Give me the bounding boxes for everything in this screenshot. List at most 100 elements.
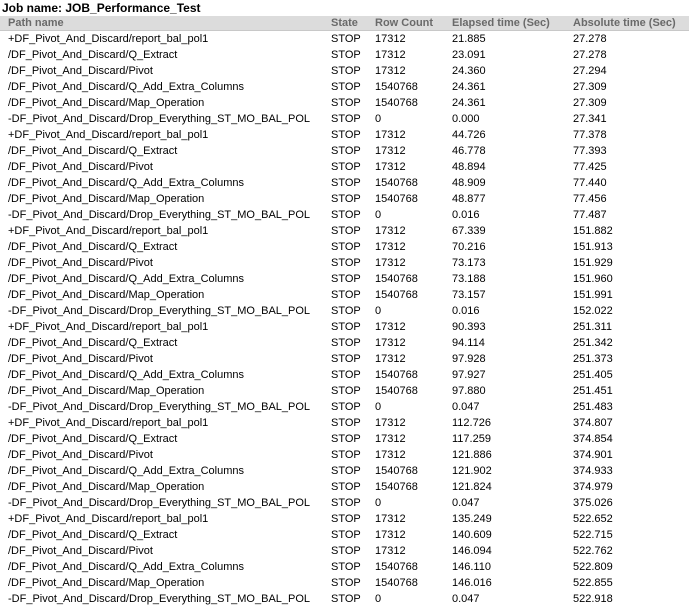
absolute-time-cell: 151.929 bbox=[573, 257, 613, 269]
state-cell: STOP bbox=[331, 433, 361, 445]
table-row: /DF_Pivot_And_Discard/Q_Add_Extra_Column… bbox=[0, 463, 689, 479]
state-cell: STOP bbox=[331, 337, 361, 349]
absolute-time-cell: 375.026 bbox=[573, 497, 613, 509]
elapsed-time-cell: 0.047 bbox=[452, 401, 480, 413]
elapsed-time-cell: 0.000 bbox=[452, 113, 480, 125]
absolute-time-cell: 251.405 bbox=[573, 369, 613, 381]
row-count-cell: 1540768 bbox=[375, 577, 418, 589]
absolute-time-cell: 374.933 bbox=[573, 465, 613, 477]
table-row: /DF_Pivot_And_Discard/Q_Add_Extra_Column… bbox=[0, 559, 689, 575]
row-count-cell: 0 bbox=[375, 305, 382, 317]
absolute-time-cell: 522.715 bbox=[573, 529, 613, 541]
state-cell: STOP bbox=[331, 321, 361, 333]
table-row: /DF_Pivot_And_Discard/Map_Operation STOP 1… bbox=[0, 575, 689, 591]
path-name-cell: /DF_Pivot_And_Discard/Q_Add_Extra_Column… bbox=[8, 369, 245, 381]
absolute-time-cell: 77.378 bbox=[573, 129, 607, 141]
absolute-time-cell: 374.979 bbox=[573, 481, 613, 493]
table-row: -DF_Pivot_And_Discard/Drop_Everything_ST… bbox=[0, 111, 689, 127]
path-name-cell: /DF_Pivot_And_Discard/Q_Add_Extra_Column… bbox=[8, 465, 245, 477]
path-name-cell: /DF_Pivot_And_Discard/Q_Extract bbox=[8, 49, 178, 61]
path-name-cell: /DF_Pivot_And_Discard/Map_Operation bbox=[8, 481, 205, 493]
table-row: /DF_Pivot_And_Discard/Pivot STOP 17312 146.… bbox=[0, 543, 689, 559]
table-row: -DF_Pivot_And_Discard/Drop_Everything_ST… bbox=[0, 207, 689, 223]
elapsed-time-cell: 21.885 bbox=[452, 33, 486, 45]
absolute-time-cell: 251.311 bbox=[573, 321, 612, 333]
absolute-time-cell: 251.373 bbox=[573, 353, 613, 365]
state-cell: STOP bbox=[331, 369, 361, 381]
table-header-row: Path name State Row Count Elapsed time (… bbox=[0, 16, 689, 31]
table-row: /DF_Pivot_And_Discard/Q_Add_Extra_Column… bbox=[0, 271, 689, 287]
elapsed-time-cell: 146.110 bbox=[452, 561, 491, 573]
path-name-cell: -DF_Pivot_And_Discard/Drop_Everything_ST… bbox=[8, 401, 311, 413]
table-row: -DF_Pivot_And_Discard/Drop_Everything_ST… bbox=[0, 591, 689, 607]
row-count-cell: 17312 bbox=[375, 513, 406, 525]
row-count-cell: 17312 bbox=[375, 65, 406, 77]
table-row: /DF_Pivot_And_Discard/Pivot STOP 17312 48.8… bbox=[0, 159, 689, 175]
state-cell: STOP bbox=[331, 289, 361, 301]
absolute-time-cell: 77.393 bbox=[573, 145, 607, 157]
elapsed-time-cell: 97.927 bbox=[452, 369, 486, 381]
elapsed-time-cell: 73.157 bbox=[452, 289, 486, 301]
row-count-cell: 17312 bbox=[375, 545, 406, 557]
state-cell: STOP bbox=[331, 193, 361, 205]
row-count-cell: 17312 bbox=[375, 337, 406, 349]
row-count-cell: 1540768 bbox=[375, 289, 418, 301]
state-cell: STOP bbox=[331, 481, 361, 493]
absolute-time-cell: 251.483 bbox=[573, 401, 613, 413]
state-cell: STOP bbox=[331, 497, 361, 509]
performance-table: Path name State Row Count Elapsed time (… bbox=[0, 16, 689, 607]
path-name-cell: +DF_Pivot_And_Discard/report_bal_pol1 bbox=[8, 321, 209, 333]
row-count-cell: 1540768 bbox=[375, 97, 418, 109]
table-row: /DF_Pivot_And_Discard/Q_Extract STOP 17312… bbox=[0, 143, 689, 159]
table-row: /DF_Pivot_And_Discard/Q_Extract STOP 17312… bbox=[0, 239, 689, 255]
elapsed-time-cell: 67.339 bbox=[452, 225, 486, 237]
state-cell: STOP bbox=[331, 209, 361, 221]
column-header-path-name[interactable]: Path name bbox=[0, 16, 330, 31]
state-cell: STOP bbox=[331, 65, 361, 77]
table-row: /DF_Pivot_And_Discard/Q_Extract STOP 17312… bbox=[0, 335, 689, 351]
path-name-cell: -DF_Pivot_And_Discard/Drop_Everything_ST… bbox=[8, 497, 311, 509]
path-name-cell: /DF_Pivot_And_Discard/Q_Add_Extra_Column… bbox=[8, 561, 245, 573]
state-cell: STOP bbox=[331, 465, 361, 477]
table-row: /DF_Pivot_And_Discard/Q_Add_Extra_Column… bbox=[0, 79, 689, 95]
path-name-cell: /DF_Pivot_And_Discard/Q_Add_Extra_Column… bbox=[8, 81, 245, 93]
column-header-elapsed-time[interactable]: Elapsed time (Sec) bbox=[451, 16, 572, 31]
state-cell: STOP bbox=[331, 417, 361, 429]
table-row: /DF_Pivot_And_Discard/Pivot STOP 17312 97.9… bbox=[0, 351, 689, 367]
table-row: -DF_Pivot_And_Discard/Drop_Everything_ST… bbox=[0, 303, 689, 319]
table-row: -DF_Pivot_And_Discard/Drop_Everything_ST… bbox=[0, 399, 689, 415]
elapsed-time-cell: 70.216 bbox=[452, 241, 486, 253]
elapsed-time-cell: 24.361 bbox=[452, 97, 486, 109]
table-row: /DF_Pivot_And_Discard/Q_Add_Extra_Column… bbox=[0, 175, 689, 191]
table-row: /DF_Pivot_And_Discard/Pivot STOP 17312 121.… bbox=[0, 447, 689, 463]
state-cell: STOP bbox=[331, 401, 361, 413]
column-header-row-count[interactable]: Row Count bbox=[374, 16, 451, 31]
table-row: /DF_Pivot_And_Discard/Q_Extract STOP 17312… bbox=[0, 527, 689, 543]
path-name-cell: /DF_Pivot_And_Discard/Pivot bbox=[8, 545, 153, 557]
path-name-cell: /DF_Pivot_And_Discard/Pivot bbox=[8, 65, 153, 77]
elapsed-time-cell: 140.609 bbox=[452, 529, 492, 541]
row-count-cell: 17312 bbox=[375, 241, 406, 253]
elapsed-time-cell: 48.894 bbox=[452, 161, 486, 173]
row-count-cell: 0 bbox=[375, 497, 382, 509]
elapsed-time-cell: 94.114 bbox=[452, 337, 485, 349]
table-row: /DF_Pivot_And_Discard/Pivot STOP 17312 24.3… bbox=[0, 63, 689, 79]
elapsed-time-cell: 90.393 bbox=[452, 321, 486, 333]
column-header-absolute-time[interactable]: Absolute time (Sec) bbox=[572, 16, 689, 31]
row-count-cell: 17312 bbox=[375, 33, 406, 45]
column-header-state[interactable]: State bbox=[330, 16, 374, 31]
state-cell: STOP bbox=[331, 385, 361, 397]
elapsed-time-cell: 0.047 bbox=[452, 497, 480, 509]
row-count-cell: 17312 bbox=[375, 129, 406, 141]
state-cell: STOP bbox=[331, 353, 361, 365]
state-cell: STOP bbox=[331, 33, 361, 45]
elapsed-time-cell: 24.360 bbox=[452, 65, 486, 77]
row-count-cell: 17312 bbox=[375, 161, 406, 173]
state-cell: STOP bbox=[331, 257, 361, 269]
state-cell: STOP bbox=[331, 593, 361, 605]
path-name-cell: /DF_Pivot_And_Discard/Q_Extract bbox=[8, 433, 178, 445]
state-cell: STOP bbox=[331, 513, 361, 525]
absolute-time-cell: 151.913 bbox=[573, 241, 613, 253]
state-cell: STOP bbox=[331, 225, 361, 237]
table-row: +DF_Pivot_And_Discard/report_bal_pol1 STO… bbox=[0, 511, 689, 527]
